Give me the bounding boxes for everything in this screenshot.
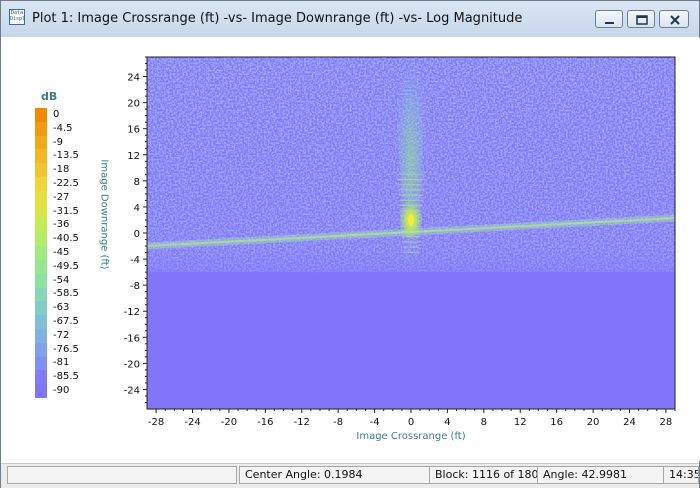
y-tick-label: -20 (124, 359, 140, 370)
colorbar-tick-label: -36 (53, 219, 70, 231)
colorbar-swatch (35, 177, 47, 192)
y-axis-title: Image Downrange (ft) (98, 159, 110, 270)
colorbar-title: dB (41, 90, 58, 103)
colorbar-swatch (35, 301, 47, 316)
x-tick-label: -16 (257, 417, 273, 428)
y-tick-label: 8 (134, 177, 140, 188)
colorbar-swatch (35, 190, 47, 206)
colorbar-swatch (35, 121, 47, 137)
peak-core (408, 213, 414, 226)
y-tick-label: 0 (134, 229, 140, 240)
x-tick-label: 16 (550, 417, 563, 428)
colorbar-tick-label: -13.5 (53, 150, 79, 162)
colorbar-tick-label: -58.5 (53, 288, 79, 300)
colorbar-swatch (35, 149, 47, 164)
x-tick-label: 28 (660, 417, 673, 428)
colorbar-swatch (35, 273, 47, 288)
x-tick-label: 24 (623, 417, 636, 428)
y-tick-label: 12 (127, 151, 140, 162)
x-tick-label: -28 (148, 417, 164, 428)
plot-window: Data Display Plot 1: Image Crossrange (f… (0, 0, 700, 488)
y-tick-label: 4 (134, 203, 140, 214)
y-tick-label: 24 (127, 73, 140, 84)
x-tick-label: -12 (294, 417, 310, 428)
colorbar-tick-label: -63 (53, 302, 70, 314)
x-tick-label: -4 (370, 417, 380, 428)
colorbar-tick-label: -54 (53, 274, 70, 286)
status-angle: Angle: 42.9981 (537, 466, 665, 484)
x-tick-label: -24 (184, 417, 200, 428)
colorbar-tick-label: -85.5 (53, 371, 79, 383)
colorbar-swatch (35, 384, 47, 399)
y-tick-label: -24 (124, 385, 140, 396)
y-tick-label: -4 (130, 255, 140, 266)
colorbar-swatch (35, 204, 47, 219)
colorbar-tick-label: -72 (53, 329, 70, 341)
colorbar-tick-label: -67.5 (53, 316, 79, 328)
colorbar-swatch (35, 246, 47, 261)
status-block: Block: 1116 of 1801 (429, 466, 541, 484)
colorbar-swatch (35, 135, 47, 150)
y-tick-label: 16 (127, 125, 140, 136)
colorbar-tick-label: -4.5 (53, 122, 73, 134)
colorbar-tick-label: -40.5 (53, 233, 79, 245)
status-bar: Center Angle: 0.1984 Block: 1116 of 1801… (1, 463, 699, 488)
colorbar-tick-label: -45 (53, 247, 70, 258)
colorbar-swatch (35, 328, 47, 344)
x-tick-label: 20 (587, 417, 600, 428)
colorbar-tick-label: -81 (53, 357, 70, 369)
x-tick-label: 12 (514, 417, 527, 428)
colorbar-swatch (35, 232, 47, 247)
y-tick-label: 20 (127, 99, 140, 110)
x-tick-label: 0 (408, 417, 414, 428)
colorbar-swatch (35, 259, 47, 275)
colorbar-swatch (35, 218, 47, 233)
colorbar (35, 108, 47, 399)
colorbar-swatch (35, 163, 47, 178)
colorbar-tick-label: 0 (53, 108, 60, 120)
colorbar-swatch (35, 356, 47, 371)
colorbar-tick-label: -27 (53, 191, 70, 203)
colorbar-tick-label: -90 (53, 385, 70, 397)
y-tick-label: -8 (130, 281, 140, 292)
colorbar-tick-label: -9 (53, 136, 63, 148)
colorbar-tick-label: -49.5 (53, 260, 79, 272)
status-time: 14:35: (663, 466, 699, 484)
colorbar-swatch (35, 315, 47, 330)
colorbar-tick-label: -22.5 (53, 177, 79, 189)
x-tick-label: -8 (333, 417, 343, 428)
colorbar-swatch (35, 370, 47, 385)
colorbar-swatch (35, 342, 47, 358)
colorbar-swatch (35, 287, 47, 302)
colorbar-tick-label: -76.5 (53, 343, 79, 355)
x-tick-label: -20 (221, 417, 237, 428)
y-tick-label: -16 (124, 333, 140, 344)
colorbar-swatch (35, 108, 47, 123)
x-axis-title: Image Crossrange (ft) (356, 431, 466, 442)
x-tick-label: 8 (481, 417, 487, 428)
colorbar-tick-label: -18 (53, 164, 70, 176)
status-center-angle: Center Angle: 0.1984 (239, 466, 431, 484)
status-left (7, 466, 237, 484)
colorbar-tick-label: -31.5 (53, 205, 79, 217)
y-tick-label: -12 (124, 307, 140, 318)
x-tick-label: 4 (444, 417, 450, 428)
